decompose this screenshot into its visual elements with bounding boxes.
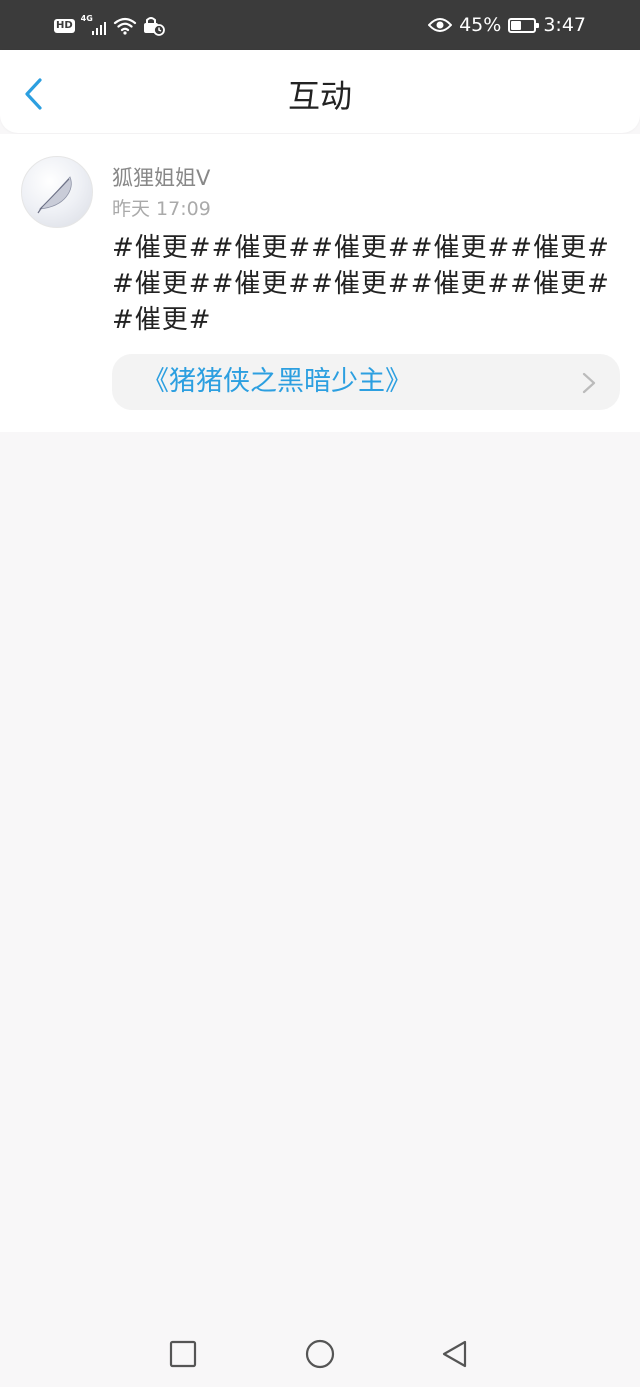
back-icon[interactable] xyxy=(440,1339,470,1369)
battery-percent: 45% xyxy=(459,14,502,36)
battery-icon xyxy=(508,17,540,33)
battery-fill xyxy=(511,20,522,30)
status-left-group: HD 4G xyxy=(54,14,165,38)
vpn-icon xyxy=(143,17,165,36)
clock: 3:47 xyxy=(543,14,586,36)
page-title: 互动 xyxy=(287,77,352,115)
book-title: 《猪猪侠之黑暗少主》 xyxy=(142,366,412,397)
post-content: #催更##催更##催更##催更##催更##催更##催更##催更##催更##催更#… xyxy=(112,233,610,335)
signal-icon: 4G xyxy=(81,14,107,35)
system-navigation-bar xyxy=(0,1317,640,1387)
status-right-group: 45% 3:47 xyxy=(428,12,586,38)
hd-icon: HD xyxy=(54,19,75,33)
home-icon[interactable] xyxy=(305,1339,335,1369)
wifi-icon xyxy=(113,17,136,35)
feather-icon xyxy=(37,176,72,214)
recent-apps-icon[interactable] xyxy=(168,1339,198,1369)
chevron-right-icon xyxy=(582,372,596,394)
header: 互动 xyxy=(0,50,640,133)
interaction-post: 狐狸姐姐V 昨天 17:09 #催更##催更##催更##催更##催更##催更##… xyxy=(0,134,640,432)
status-bar: HD 4G 45% 3:47 xyxy=(0,0,640,50)
book-link-button[interactable]: 《猪猪侠之黑暗少主》 xyxy=(112,354,620,410)
post-timestamp: 昨天 17:09 xyxy=(112,198,211,220)
eye-icon xyxy=(428,18,453,32)
username[interactable]: 狐狸姐姐V xyxy=(112,164,210,192)
avatar[interactable] xyxy=(21,156,93,228)
